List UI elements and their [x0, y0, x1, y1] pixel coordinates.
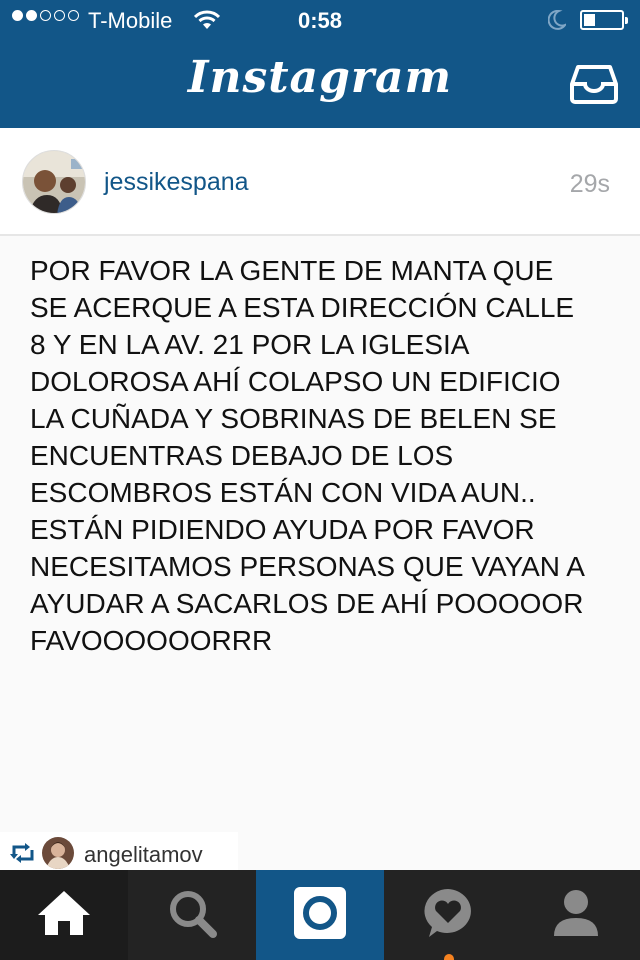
top-navigation-bar: T-Mobile 0:58 Instagram	[0, 0, 640, 128]
repost-avatar	[42, 837, 74, 869]
instagram-logo: Instagram	[187, 52, 453, 103]
post-timestamp: 29s	[569, 170, 610, 198]
tab-profile[interactable]	[512, 870, 640, 960]
tab-camera[interactable]	[256, 870, 384, 960]
repost-attribution[interactable]: angelitamov	[0, 832, 238, 874]
inbox-tray-icon[interactable]	[570, 64, 618, 109]
profile-icon	[552, 888, 600, 943]
camera-icon	[293, 886, 347, 945]
tab-home[interactable]	[0, 870, 128, 960]
post-username[interactable]: jessikespana	[104, 168, 249, 197]
search-icon	[167, 888, 217, 943]
repost-username: angelitamov	[84, 842, 203, 867]
battery-icon	[580, 10, 628, 30]
tab-activity[interactable]	[384, 870, 512, 960]
post-text: POR FAVOR LA GENTE DE MANTA QUE SE ACERQ…	[30, 255, 585, 656]
notification-indicator	[444, 954, 454, 960]
bottom-tab-bar	[0, 870, 640, 960]
tab-search[interactable]	[128, 870, 256, 960]
activity-heart-icon	[421, 887, 475, 944]
status-bar: T-Mobile 0:58	[0, 0, 640, 40]
repost-icon	[10, 842, 36, 869]
post-header: jessikespana 29s	[0, 128, 640, 236]
do-not-disturb-moon-icon	[547, 9, 568, 36]
user-avatar[interactable]	[22, 150, 86, 214]
home-icon	[36, 889, 92, 942]
status-time: 0:58	[297, 8, 343, 33]
